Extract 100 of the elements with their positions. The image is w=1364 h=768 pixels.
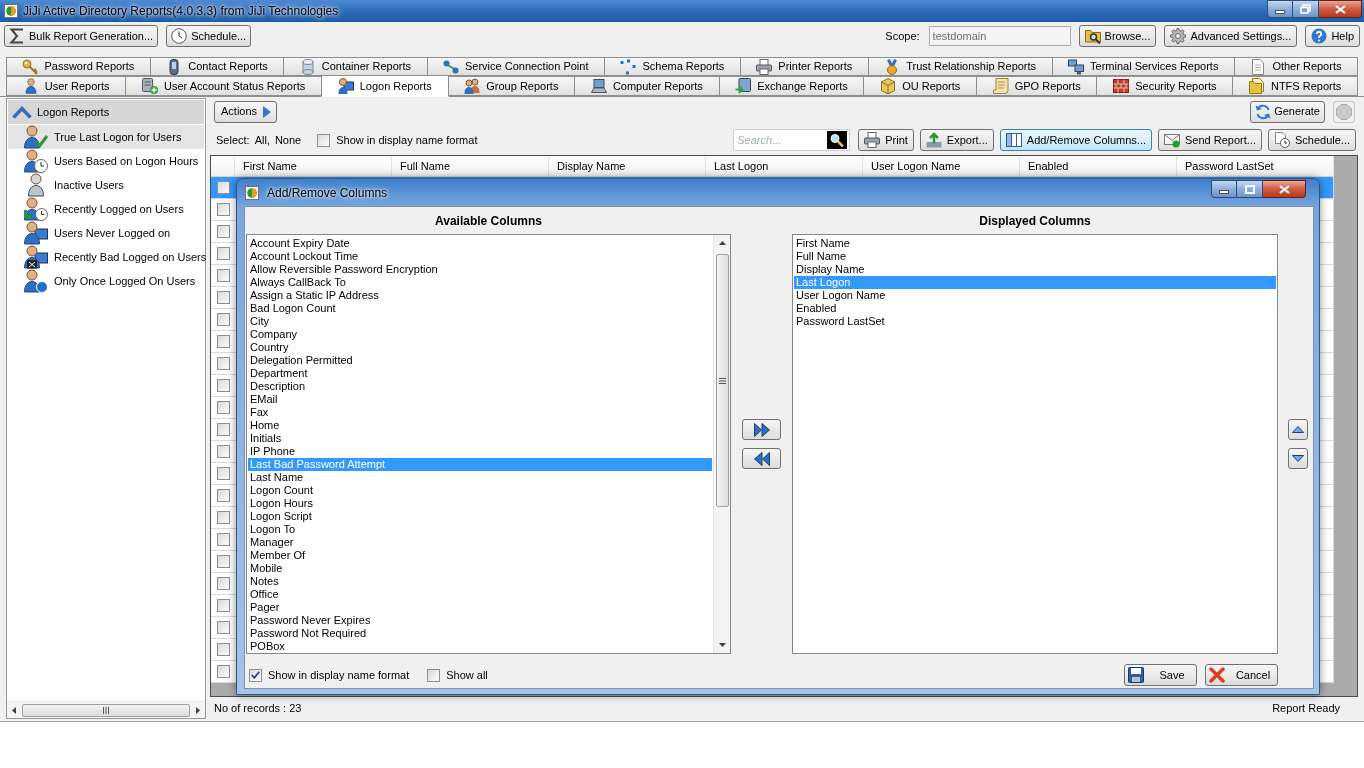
- checkbox[interactable]: [216, 511, 230, 524]
- scrollbar[interactable]: [713, 235, 730, 653]
- checkbox[interactable]: [216, 423, 230, 436]
- checkbox[interactable]: [216, 665, 230, 678]
- checkbox[interactable]: [216, 357, 230, 370]
- option-label[interactable]: Show in display name format: [268, 666, 410, 684]
- sidebar-item[interactable]: Only Once Logged On Users: [8, 269, 204, 293]
- sidebar-item[interactable]: Inactive Users: [8, 173, 204, 197]
- column-list[interactable]: First Name Full Name Display Name Last Logon User Logon Name Enabled Password LastSet: [792, 234, 1278, 654]
- list-item[interactable]: Initials: [248, 432, 712, 445]
- tab[interactable]: Contact Reports: [149, 57, 285, 76]
- close-button[interactable]: [1263, 180, 1306, 198]
- bulk-report-generation-button[interactable]: Bulk Report Generation...: [4, 25, 159, 47]
- checkbox[interactable]: [216, 489, 230, 502]
- advanced-settings-button[interactable]: Advanced Settings...: [1164, 25, 1298, 47]
- checkbox[interactable]: [317, 133, 331, 147]
- column-header[interactable]: Display Name: [549, 156, 706, 176]
- checkbox[interactable]: [216, 577, 230, 590]
- list-item[interactable]: Last Name: [248, 471, 712, 484]
- tab[interactable]: Exchange Reports: [718, 76, 865, 96]
- tab[interactable]: Security Reports: [1096, 76, 1234, 96]
- generate-button[interactable]: Generate: [1250, 100, 1325, 123]
- list-item[interactable]: Password Never Expires: [248, 614, 712, 627]
- checkbox[interactable]: [216, 269, 230, 282]
- list-item[interactable]: Manager: [248, 536, 712, 549]
- list-item[interactable]: City: [248, 315, 712, 328]
- tab[interactable]: Printer Reports: [739, 57, 869, 76]
- sidebar-item[interactable]: Users Never Logged on: [8, 221, 204, 245]
- checkbox[interactable]: [216, 621, 230, 634]
- sidebar-item[interactable]: Recently Bad Logged on Users: [8, 245, 204, 269]
- checkbox[interactable]: [216, 181, 230, 194]
- checkbox[interactable]: [216, 401, 230, 414]
- column-list[interactable]: [246, 234, 731, 654]
- checkbox[interactable]: [216, 643, 230, 656]
- tab[interactable]: Terminal Services Reports: [1051, 57, 1235, 76]
- save-button[interactable]: Save: [1124, 664, 1197, 686]
- sidebar-item[interactable]: Users Based on Logon Hours: [8, 149, 204, 173]
- list-item[interactable]: Password LastSet: [794, 315, 1276, 328]
- list-item[interactable]: Delegation Permitted: [248, 354, 712, 367]
- list-item[interactable]: EMail: [248, 393, 712, 406]
- tab[interactable]: Schema Reports: [603, 57, 741, 76]
- move-down-button[interactable]: [1288, 448, 1308, 469]
- actions-button[interactable]: Actions: [214, 100, 278, 123]
- checkbox[interactable]: [216, 203, 230, 216]
- checkbox[interactable]: [427, 668, 441, 682]
- column-header[interactable]: Password LastSet: [1177, 156, 1334, 176]
- list-item[interactable]: Fax: [248, 406, 712, 419]
- tab[interactable]: Computer Reports: [574, 76, 720, 96]
- checkbox[interactable]: [216, 533, 230, 546]
- list-item[interactable]: Allow Reversible Password Encryption: [248, 263, 712, 276]
- list-item[interactable]: Account Lockout Time: [248, 250, 712, 263]
- list-item[interactable]: Bad Logon Count: [248, 302, 712, 315]
- help-button[interactable]: Help: [1305, 25, 1360, 47]
- checkbox[interactable]: [216, 599, 230, 612]
- list-item[interactable]: IP Phone: [248, 445, 712, 458]
- checkbox[interactable]: [216, 225, 230, 238]
- add-column-button[interactable]: [742, 419, 781, 440]
- tab[interactable]: Password Reports: [6, 57, 151, 76]
- tab[interactable]: User Account Status Reports: [125, 76, 322, 96]
- checkbox[interactable]: [216, 313, 230, 326]
- list-item[interactable]: Password Not Required: [248, 627, 712, 640]
- column-header[interactable]: First Name: [235, 156, 392, 176]
- add-remove-columns-button[interactable]: Add/Remove Columns...: [999, 129, 1152, 151]
- scrollbar-thumb[interactable]: [22, 703, 190, 717]
- list-item[interactable]: First Name: [794, 237, 1276, 250]
- send-report-button[interactable]: Send Report...: [1158, 129, 1262, 151]
- scope-field[interactable]: testdomain: [928, 26, 1071, 46]
- tab[interactable]: Service Connection Point: [426, 57, 605, 76]
- tab[interactable]: Logon Reports: [320, 75, 449, 97]
- list-item[interactable]: Logon To: [248, 523, 712, 536]
- list-item[interactable]: Country: [248, 341, 712, 354]
- tab[interactable]: OU Reports: [863, 76, 977, 96]
- browse-button[interactable]: Browse...: [1078, 25, 1157, 47]
- list-item[interactable]: POBox: [248, 640, 712, 653]
- remove-column-button[interactable]: [742, 448, 781, 469]
- column-header[interactable]: Enabled: [1020, 156, 1177, 176]
- scrollbar-thumb[interactable]: [715, 254, 729, 507]
- tab[interactable]: GPO Reports: [976, 76, 1098, 96]
- checkbox[interactable]: [216, 467, 230, 480]
- list-item[interactable]: Enabled: [794, 302, 1276, 315]
- list-item[interactable]: Description: [248, 380, 712, 393]
- checkbox[interactable]: [216, 335, 230, 348]
- list-item[interactable]: Mobile: [248, 562, 712, 575]
- list-item[interactable]: Notes: [248, 575, 712, 588]
- option-label[interactable]: Show in display name format: [336, 131, 478, 149]
- list-item[interactable]: Office: [248, 588, 712, 601]
- column-header[interactable]: Full Name: [392, 156, 549, 176]
- sidebar-item[interactable]: True Last Logon for Users: [8, 125, 204, 149]
- checkbox[interactable]: [216, 247, 230, 260]
- list-item[interactable]: Full Name: [794, 250, 1276, 263]
- tab[interactable]: NTFS Reports: [1232, 76, 1358, 96]
- list-item[interactable]: Always CallBack To: [248, 276, 712, 289]
- tab[interactable]: Group Reports: [447, 76, 576, 96]
- close-button[interactable]: [1319, 0, 1362, 18]
- schedule-button[interactable]: Schedule...: [1267, 129, 1356, 151]
- search-box[interactable]: Search...: [733, 129, 851, 151]
- schedule-button[interactable]: Schedule...: [166, 25, 252, 47]
- minimize-button[interactable]: [1211, 180, 1237, 198]
- scrollbar[interactable]: [7, 701, 205, 718]
- checkbox[interactable]: [249, 668, 262, 682]
